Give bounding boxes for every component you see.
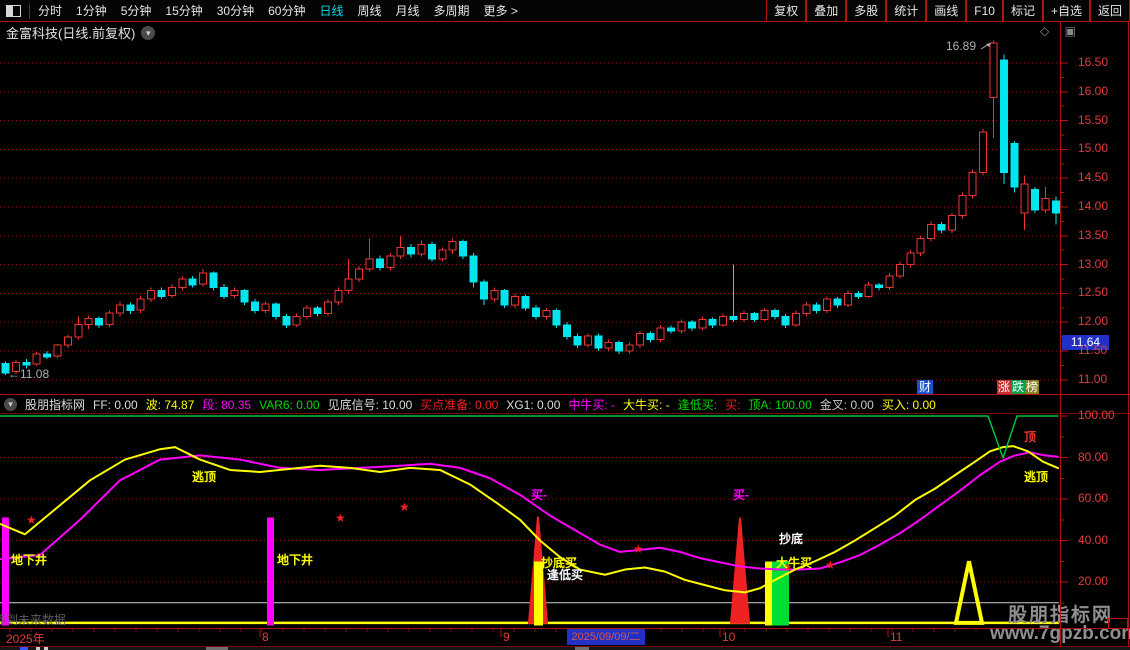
axis-frame-left (1060, 21, 1061, 646)
price-tick-label: 13.50 (1078, 227, 1109, 242)
low-annotation: ←11.08 (8, 367, 50, 381)
main-chart-canvas[interactable] (0, 0, 1130, 650)
price-tick-label: 12.50 (1078, 285, 1109, 300)
param-买入: 买入: 0.00 (881, 398, 936, 412)
future-data-text: 移到未来数据 (0, 613, 67, 627)
star-icon: ★ (335, 511, 346, 525)
price-tick-label: 16.00 (1078, 83, 1109, 98)
price-tick-label: 15.50 (1078, 112, 1109, 127)
cai-badge[interactable]: 财 (917, 380, 934, 394)
star-icon: ★ (633, 542, 644, 556)
indicator-label-逢低买: 逢低买 (547, 568, 584, 582)
trading-app-window: 分时 1分钟 5分钟 15分钟 30分钟 60分钟 日线 周线 月线 多周期 更多 > 复权 叠加 多股… (0, 0, 1130, 650)
indicator-label-地下井: 地下井 (11, 553, 48, 567)
param-见底信号: 见底信号: 10.00 (327, 398, 413, 412)
ind-tick-label: 40.00 (1078, 532, 1109, 547)
param-逢低买: 逢低买: (677, 398, 718, 412)
star-icon: ★ (26, 513, 37, 527)
high-annotation: 16.89 (946, 39, 977, 53)
indicator-label-大牛买: 大牛买 (776, 556, 813, 570)
axis-frame-right (1128, 21, 1129, 646)
scroll-indicator[interactable] (1108, 618, 1128, 629)
price-tick-label: 15.00 (1078, 141, 1109, 156)
ind-tick-label: 60.00 (1078, 491, 1109, 505)
star-icon: ★ (825, 558, 836, 572)
param-买点准备: 买点准备: 0.00 (420, 398, 499, 412)
separator-main-indicator (0, 394, 1130, 395)
zhangdiebang-badge[interactable]: 涨跌榜 (997, 380, 1040, 394)
param-段: 段: 80.35 (202, 398, 252, 412)
indicator-label-买-: 买- (531, 488, 547, 502)
param-波: 波: 74.87 (145, 398, 195, 412)
param-XG1: XG1: 0.00 (506, 397, 561, 412)
indicator-label-逃顶: 逃顶 (192, 470, 217, 484)
separator-param-bottom (0, 413, 1130, 414)
ind-tick-label: 80.00 (1078, 449, 1109, 464)
indicator-param-row: ▾ 股朋指标网 FF: 0.00 波: 74.87 段: 80.35 VAR6: 0.0… (0, 396, 1130, 413)
ind-tick-label: 20.00 (1078, 574, 1109, 588)
time-label-8: 8 (262, 630, 269, 644)
price-tick-label: 16.50 (1078, 55, 1109, 69)
indicator-label-抄底: 抄底 (779, 532, 804, 546)
indicator-label-逃顶: 逃顶 (1024, 470, 1049, 484)
price-tick-label: 13.00 (1078, 256, 1109, 271)
price-tick-label: 11.50 (1078, 343, 1108, 357)
indicator-chevron-icon[interactable]: ▾ (4, 398, 17, 411)
param-VAR6: VAR6: 0.00 (259, 397, 320, 412)
date-cursor: 2025/09/09/二 (567, 629, 645, 645)
param-股朋指标网: 股朋指标网 (25, 398, 86, 412)
indicator-label-顶: 顶 (1024, 430, 1037, 444)
separator-indicator-axis (0, 628, 1130, 629)
price-tick-label: 14.50 (1078, 170, 1109, 185)
time-label-9: 9 (503, 630, 510, 644)
zdb-char: 跌 (1011, 380, 1026, 394)
ind-tick-label: 100.00 (1078, 408, 1115, 422)
zdb-char: 榜 (1025, 380, 1040, 394)
param-买: 买: (725, 398, 741, 412)
star-icon: ★ (399, 500, 410, 514)
time-label-2025年: 2025年 (6, 632, 45, 646)
param-FF: FF: 0.00 (93, 397, 138, 412)
time-label-10: 10 (722, 630, 736, 644)
price-tick-label: 12.00 (1078, 314, 1109, 329)
indicator-label-买-: 买- (733, 488, 749, 502)
param-大牛买: 大牛买: - (623, 398, 670, 412)
price-tick-label: 11.00 (1078, 371, 1108, 386)
indicator-label-地下井: 地下井 (277, 553, 314, 567)
param-金叉: 金叉: 0.00 (819, 398, 874, 412)
param-中牛买: 中牛买: - (568, 398, 616, 412)
param-顶A: 顶A: 100.00 (748, 398, 812, 412)
price-tick-label: 14.00 (1078, 199, 1109, 213)
time-label-11: 11 (890, 630, 903, 644)
zdb-char: 涨 (997, 380, 1012, 394)
